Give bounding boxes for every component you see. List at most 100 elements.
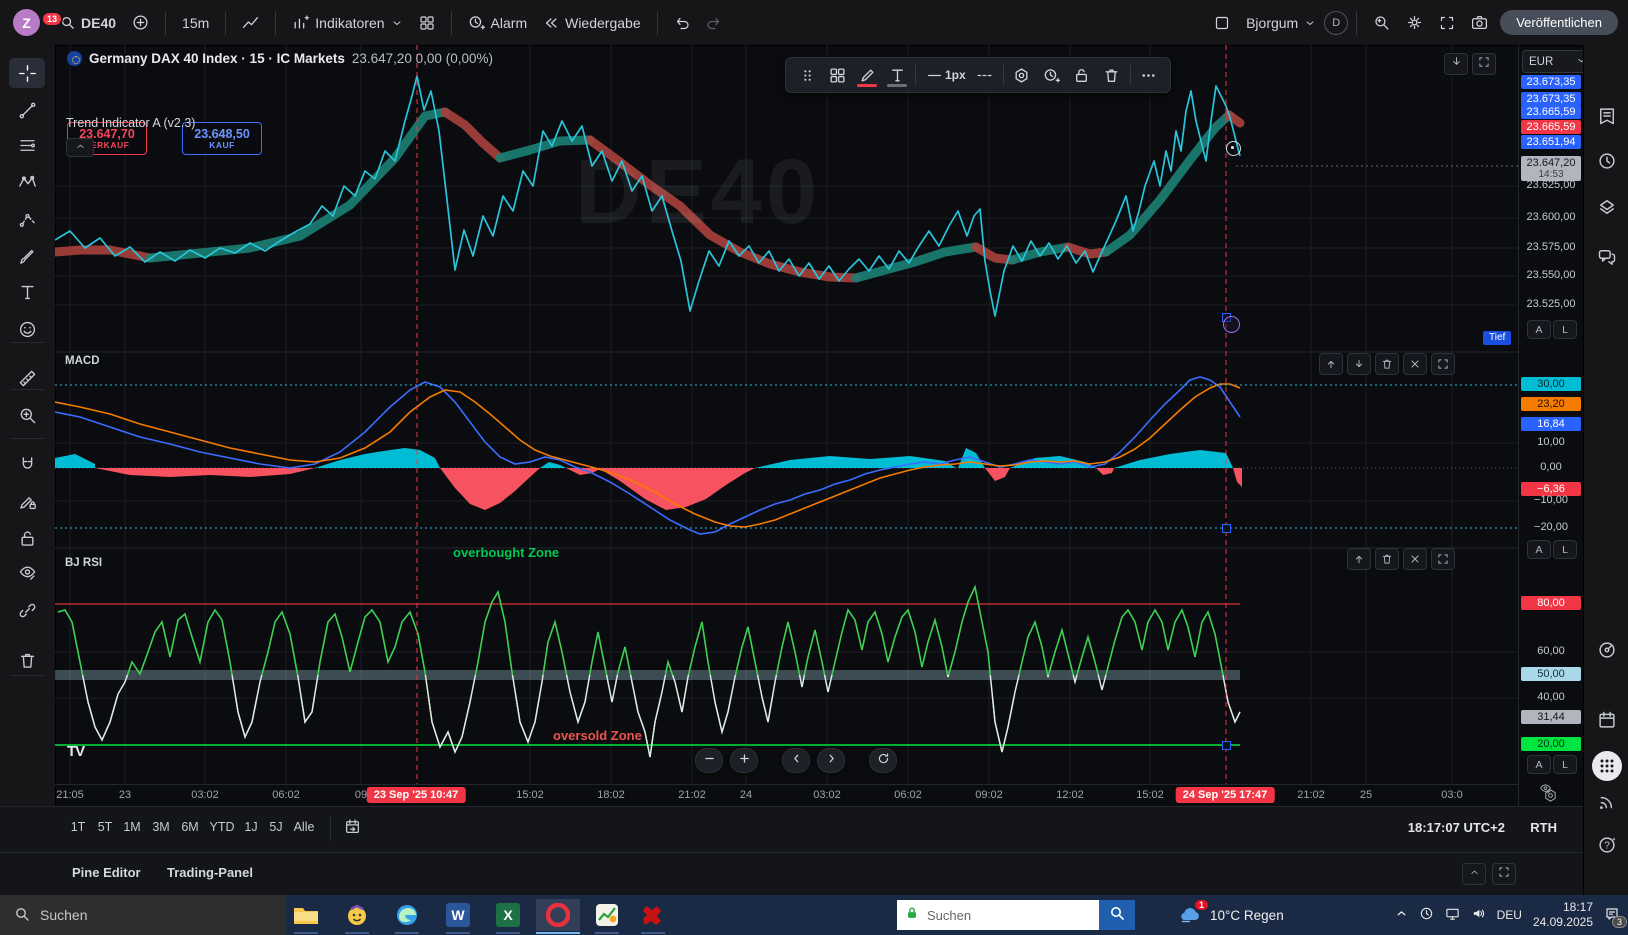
- settings-button[interactable]: [1398, 7, 1431, 39]
- close-pane-button[interactable]: [1403, 548, 1427, 570]
- taskbar-app-word[interactable]: W: [436, 899, 480, 931]
- volume-icon[interactable]: [1471, 906, 1486, 924]
- magic-ai-icon[interactable]: [1223, 316, 1240, 333]
- close-pane-button[interactable]: [1403, 353, 1427, 375]
- maximize-panel-button[interactable]: [1492, 863, 1516, 885]
- taskbar-app-tv-red-app[interactable]: [631, 899, 675, 931]
- sidebar-chat-icon[interactable]: [1592, 242, 1622, 272]
- tool-eyepencil[interactable]: [9, 557, 45, 587]
- sidebar-target-icon[interactable]: [1592, 635, 1622, 665]
- interval-button[interactable]: 15m: [174, 7, 217, 39]
- sidebar-layers-icon[interactable]: [1592, 192, 1622, 222]
- taskbar-search-box[interactable]: Suchen: [0, 895, 286, 935]
- scroll-left-button[interactable]: [782, 748, 810, 773]
- tool-textT[interactable]: [9, 277, 45, 307]
- rsi-pane-label[interactable]: BJ RSI: [65, 557, 102, 569]
- more-icon[interactable]: [1134, 61, 1164, 89]
- account-avatar[interactable]: Z 13: [13, 9, 40, 36]
- taskbar-app-opera[interactable]: [536, 899, 580, 931]
- reset-chart-button[interactable]: [869, 748, 897, 773]
- tool-crosshair[interactable]: [9, 58, 45, 88]
- tool-trend[interactable]: [9, 95, 45, 125]
- sidebar-calendar-icon[interactable]: [1592, 705, 1622, 735]
- tool-magnet[interactable]: [9, 449, 45, 479]
- taskbar-app-explorer[interactable]: [284, 899, 328, 931]
- add-symbol-button[interactable]: [124, 7, 157, 39]
- tab-pine-editor[interactable]: Pine Editor: [72, 865, 141, 880]
- sidebar-clock-icon[interactable]: [1592, 146, 1622, 176]
- range-1t[interactable]: 1T: [71, 820, 86, 834]
- go-to-date-button[interactable]: [344, 818, 361, 840]
- zoom-out-button[interactable]: [695, 748, 723, 773]
- drag-handle[interactable]: [792, 61, 822, 89]
- range-alle[interactable]: Alle: [294, 820, 315, 834]
- auto-scale-button-rsi[interactable]: A: [1527, 755, 1551, 774]
- collapse-legend-button[interactable]: [66, 138, 94, 157]
- redo-button[interactable]: [698, 7, 730, 39]
- delete-pane-button[interactable]: [1375, 548, 1399, 570]
- replay-button[interactable]: Wiedergabe: [535, 7, 649, 39]
- clock[interactable]: 18:17:07 UTC+2: [1408, 820, 1505, 835]
- line-style-icon[interactable]: [970, 61, 1000, 89]
- maximize-pane-button[interactable]: [1431, 548, 1455, 570]
- lock-icon[interactable]: [1067, 61, 1097, 89]
- line-width-icon[interactable]: [919, 61, 949, 89]
- tray-clock-icon[interactable]: [1419, 906, 1434, 924]
- scroll-down-button[interactable]: [1444, 53, 1468, 75]
- expand-panel-button[interactable]: [1462, 863, 1486, 885]
- sidebar-watchlist-icon[interactable]: [1592, 101, 1622, 131]
- tab-trading-panel[interactable]: Trading-Panel: [167, 865, 253, 880]
- log-scale-button-main[interactable]: L: [1553, 320, 1577, 339]
- move-pane-down-button[interactable]: [1347, 353, 1371, 375]
- secondary-search-bar[interactable]: Suchen: [897, 900, 1135, 930]
- alert-button[interactable]: Alarm: [460, 7, 536, 39]
- session-label[interactable]: RTH: [1530, 820, 1557, 835]
- search-go-button[interactable]: [1099, 900, 1135, 930]
- auto-scale-button-main[interactable]: A: [1527, 320, 1551, 339]
- style-settings-icon[interactable]: [1007, 61, 1037, 89]
- tool-pencillock[interactable]: [9, 486, 45, 516]
- taskbar-weather[interactable]: 1 10°C Regen: [1178, 895, 1284, 935]
- tradingview-logo[interactable]: TV: [67, 743, 84, 760]
- chart-type-button[interactable]: [234, 7, 267, 39]
- taskbar-app-emoji-app[interactable]: [335, 899, 379, 931]
- avatar[interactable]: Z: [13, 9, 40, 36]
- network-icon[interactable]: [1445, 906, 1460, 924]
- tool-zoomin[interactable]: [9, 400, 45, 430]
- tool-brush[interactable]: [9, 241, 45, 271]
- layout-select-button[interactable]: [1206, 7, 1238, 39]
- range-6m[interactable]: 6M: [181, 820, 198, 834]
- add-alert-icon[interactable]: [1037, 61, 1067, 89]
- axis-settings-icon[interactable]: [1543, 788, 1558, 806]
- quick-search-button[interactable]: [1365, 7, 1398, 39]
- delete-icon[interactable]: [1097, 61, 1127, 89]
- range-1m[interactable]: 1M: [123, 820, 140, 834]
- tool-link[interactable]: [9, 595, 45, 625]
- price-scale[interactable]: EUR 23.673,3523.673,3523.665,5923.665,59…: [1518, 45, 1584, 806]
- tool-lockopen[interactable]: [9, 523, 45, 553]
- templates-icon[interactable]: [822, 61, 852, 89]
- zoom-in-button[interactable]: [730, 748, 758, 773]
- range-1j[interactable]: 1J: [244, 820, 257, 834]
- taskbar-app-excel[interactable]: X: [486, 899, 530, 931]
- auto-scale-button-macd[interactable]: A: [1527, 540, 1551, 559]
- range-ytd[interactable]: YTD: [210, 820, 235, 834]
- symbol-search-button[interactable]: DE40: [52, 7, 124, 39]
- publish-button[interactable]: Veröffentlichen: [1500, 10, 1618, 35]
- tool-pattern[interactable]: [9, 167, 45, 197]
- range-3m[interactable]: 3M: [152, 820, 169, 834]
- sidebar-help-icon[interactable]: ?: [1592, 830, 1622, 860]
- delete-pane-button[interactable]: [1375, 353, 1399, 375]
- snapshot-button[interactable]: [1463, 7, 1496, 39]
- range-5j[interactable]: 5J: [269, 820, 282, 834]
- log-scale-button-rsi[interactable]: L: [1553, 755, 1577, 774]
- cloud-save-badge[interactable]: D: [1324, 11, 1348, 35]
- indicator-templates-button[interactable]: [411, 7, 443, 39]
- fullscreen-button[interactable]: [1431, 7, 1463, 39]
- tool-fib[interactable]: [9, 130, 45, 160]
- text-tool-icon[interactable]: [882, 61, 912, 89]
- floating-drawing-toolbar[interactable]: 1px: [785, 57, 1171, 93]
- move-pane-up-button[interactable]: [1319, 353, 1343, 375]
- tool-emoji[interactable]: [9, 314, 45, 344]
- maximize-pane-button[interactable]: [1431, 353, 1455, 375]
